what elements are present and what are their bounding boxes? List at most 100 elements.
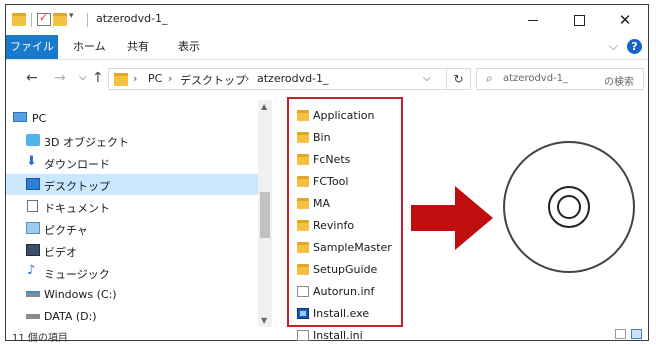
nav-item-pc[interactable]: PC [6,108,258,129]
details-view-icon[interactable] [615,329,626,339]
help-icon[interactable]: ? [627,39,642,54]
close-button[interactable]: ✕ [602,5,648,35]
pictures-icon [26,222,40,234]
up-button[interactable]: ↑ [92,70,104,86]
forward-button[interactable]: → [54,70,66,86]
folder-icon [297,132,309,143]
folder-icon [297,154,309,165]
properties-icon[interactable] [37,11,51,26]
ribbon: ファイル ホーム 共有 表示 ⌵ ? [6,35,648,60]
disc-icon [503,141,635,273]
separator [31,13,32,27]
nav-item-videos[interactable]: ビデオ [6,240,258,261]
recent-locations-icon[interactable]: ⌵ [79,72,87,83]
search-icon: ⌕ [486,71,493,85]
folder-icon [114,73,128,86]
refresh-button[interactable]: ↻ [447,68,471,90]
folder-icon [297,198,309,209]
address-bar[interactable]: › PC › デスクトップ › atzerodvd-1_ [108,68,447,90]
customize-toolbar-icon[interactable]: ▾ [69,11,74,21]
file-item-ma[interactable]: MA [295,195,399,213]
nav-item-3d-objects[interactable]: 3D オブジェクト [6,130,258,151]
scroll-down-icon[interactable]: ▼ [261,316,267,325]
installer-icon [297,308,309,319]
nav-item-label: ピクチャ [44,224,88,237]
nav-item-pictures[interactable]: ピクチャ [6,218,258,239]
disc-center-hole [557,195,581,219]
scrollbar-thumb[interactable] [260,192,270,238]
file-item-revinfo[interactable]: Revinfo [295,217,399,235]
nav-item-drive-c[interactable]: Windows (C:) [6,284,258,305]
breadcrumb-separator[interactable]: › [168,72,172,85]
file-item-fcnets[interactable]: FcNets [295,151,399,169]
nav-item-label: ダウンロード [44,158,110,171]
nav-item-label: Windows (C:) [44,288,117,301]
nav-item-music[interactable]: ♪ ミュージック [6,262,258,283]
folder-icon [297,176,309,187]
drive-d-icon [26,314,40,319]
folder-icon [297,242,309,253]
new-folder-icon[interactable] [53,13,67,26]
search-input[interactable]: ⌕ atzerodvd-1_ の検索 [476,68,644,90]
expand-ribbon-icon[interactable]: ⌵ [609,39,618,54]
file-item-bin[interactable]: Bin [295,129,399,147]
maximize-button[interactable] [556,5,602,35]
file-item-samplemaster[interactable]: SampleMaster [295,239,399,257]
tab-home[interactable]: ホーム [73,35,106,59]
address-row: ← → ⌵ ↑ › PC › デスクトップ › atzerodvd-1_ ⌵ ↻… [6,60,648,98]
folder-icon [12,13,26,26]
tab-view[interactable]: 表示 [178,35,200,59]
folder-icon [297,220,309,231]
tab-share[interactable]: 共有 [127,35,149,59]
nav-scrollbar[interactable]: ▲ ▼ [258,100,272,327]
large-icons-view-icon[interactable] [631,329,642,339]
breadcrumb-folder[interactable]: atzerodvd-1_ [257,72,329,85]
3d-objects-icon [26,134,40,146]
explorer-window: ▾ atzerodvd-1_ ✕ ファイル ホーム 共有 表示 ⌵ ? ← → … [5,4,649,344]
file-name: FCTool [313,175,349,188]
drive-c-icon [26,291,40,297]
address-dropdown-icon[interactable]: ⌵ [423,73,431,84]
file-name: MA [313,197,331,210]
desktop-icon [26,178,40,190]
maximize-icon [573,14,585,26]
file-name: SampleMaster [313,241,392,254]
music-icon: ♪ [27,263,36,278]
breadcrumb-desktop[interactable]: デスクトップ [180,72,246,88]
file-item-application[interactable]: Application [295,107,399,125]
arrow-right-icon [411,186,493,250]
minimize-icon [528,19,538,21]
file-item-install-exe[interactable]: Install.exe [295,305,399,323]
file-name: Revinfo [313,219,355,232]
minimize-button[interactable] [510,5,556,35]
search-placeholder: atzerodvd-1_ [503,73,569,84]
scroll-up-icon[interactable]: ▲ [261,102,267,111]
back-button[interactable]: ← [26,70,38,86]
breadcrumb-separator[interactable]: › [245,72,249,85]
breadcrumb-pc[interactable]: PC [148,72,162,85]
file-name: Bin [313,131,331,144]
title-bar: ▾ atzerodvd-1_ ✕ [6,5,648,35]
file-item-fctool[interactable]: FCTool [295,173,399,191]
nav-item-label: ミュージック [44,268,110,281]
nav-item-label: ビデオ [44,246,77,259]
nav-item-label: 3D オブジェクト [44,136,129,149]
nav-item-label: DATA (D:) [44,310,97,323]
file-item-autorun-inf[interactable]: Autorun.inf [295,283,399,301]
nav-item-documents[interactable]: ドキュメント [6,196,258,217]
status-bar: 11 個の項目 [6,329,648,344]
file-name: Install.exe [313,307,370,320]
separator [87,13,88,27]
window-title: atzerodvd-1_ [96,12,168,25]
search-placeholder-suffix: の検索 [604,77,634,88]
nav-item-drive-d[interactable]: DATA (D:) [6,306,258,327]
nav-item-downloads[interactable]: ⬇ ダウンロード [6,152,258,173]
breadcrumb-separator[interactable]: › [133,72,137,85]
tab-file[interactable]: ファイル [6,35,58,59]
folder-icon [297,110,309,121]
file-name: SetupGuide [313,263,378,276]
nav-item-label: ドキュメント [44,202,110,215]
nav-item-desktop[interactable]: デスクトップ [6,174,258,195]
navigation-pane: PC 3D オブジェクト ⬇ ダウンロード デスクトップ ドキュメント ピクチャ… [6,100,272,327]
file-item-setupguide[interactable]: SetupGuide [295,261,399,279]
